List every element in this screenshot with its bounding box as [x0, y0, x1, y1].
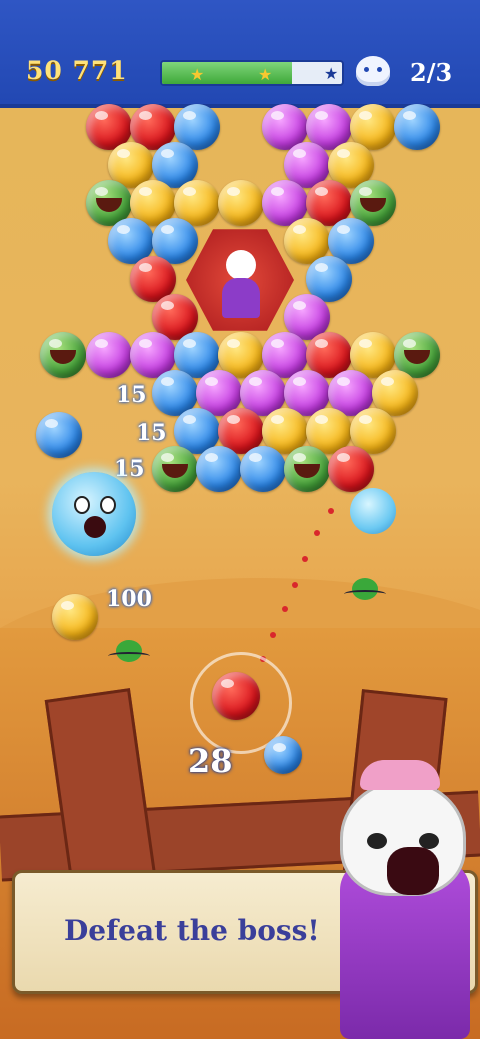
ghoul-bubble: [284, 446, 330, 492]
bubble-blue: [196, 446, 242, 492]
spider-icon: [344, 578, 386, 600]
caged-boss-body: [222, 278, 260, 318]
shooter-bubble-red[interactable]: [212, 672, 260, 720]
top-hud-bar: 50 771 ★ ★ ★ 2/3: [0, 0, 480, 108]
bubble-blue: [240, 446, 286, 492]
caged-boss-head: [226, 250, 256, 280]
progress-star-goal-icon: ★: [324, 64, 339, 83]
score-counter: 50 771: [26, 56, 128, 85]
boss-bonnet: [360, 760, 440, 790]
boss-character: [330, 760, 480, 1039]
moves-remaining: 28: [188, 742, 233, 780]
bubble-yellow: [218, 180, 264, 226]
score-progress-bar: ★ ★: [160, 60, 344, 86]
bubble-blue: [394, 104, 440, 150]
trapped-ghost-bubble: [52, 472, 136, 556]
ghost-bubble: [350, 488, 396, 534]
popup-score: 15: [116, 382, 147, 408]
bubble-purple: [86, 332, 132, 378]
popup-score: 15: [136, 420, 167, 446]
spider-icon: [108, 640, 150, 662]
bubble-blue: [36, 412, 82, 458]
ghoul-bubble: [40, 332, 86, 378]
next-bubble-blue[interactable]: [264, 736, 302, 774]
objective-banner-text: Defeat the boss!: [64, 914, 320, 947]
progress-star-icon: ★: [258, 65, 273, 84]
ghoul-bubble: [152, 446, 198, 492]
popup-score: 15: [114, 456, 145, 482]
progress-star-icon: ★: [190, 65, 205, 84]
bubble-red: [328, 446, 374, 492]
popup-score: 100: [106, 586, 152, 612]
boss-skull-head: [340, 780, 466, 896]
bubble-yellow: [52, 594, 98, 640]
ghost-goal-icon: [356, 56, 390, 86]
ghost-goal-counter: 2/3: [410, 58, 453, 87]
